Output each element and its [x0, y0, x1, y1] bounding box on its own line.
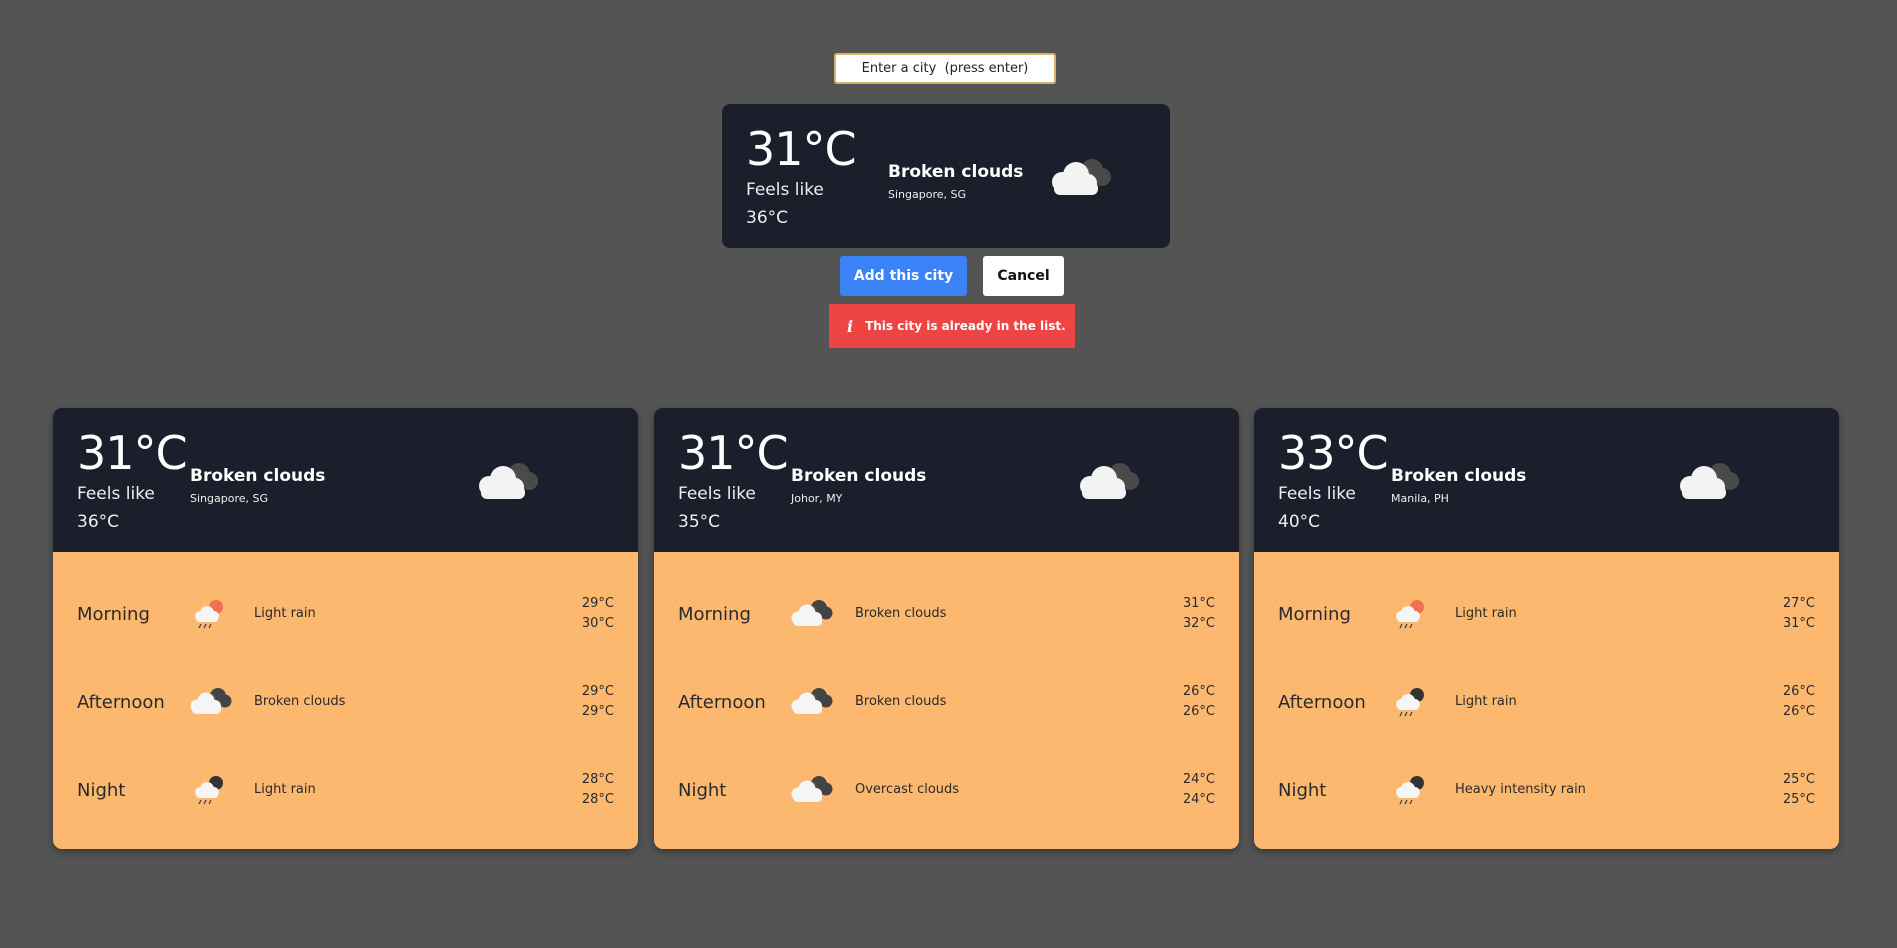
- city-forecast: Morning Light rain 29°C 30°C Afternoon Broken…: [53, 552, 638, 849]
- city-card-header: 31°C Feels like 36°C Broken clouds Singapore…: [53, 408, 638, 552]
- forecast-temp-low: 29°C: [581, 704, 614, 719]
- duplicate-city-alert: i This city is already in the list.: [829, 304, 1075, 348]
- forecast-row-morning: Morning Light rain 29°C 30°C: [53, 596, 638, 636]
- city-location: Manila, PH: [1391, 492, 1449, 505]
- city-description: Broken clouds: [791, 466, 927, 486]
- city-card: 33°C Feels like 40°C Broken clouds Manila, P…: [1254, 408, 1839, 849]
- city-feels-like-value: 40°C: [1278, 512, 1321, 532]
- forecast-condition: Heavy intensity rain: [1455, 782, 1586, 797]
- cloud-icon: [1052, 159, 1111, 195]
- forecast-temp-high: 27°C: [1782, 596, 1815, 611]
- city-card: 31°C Feels like 35°C Broken clouds Johor, MY…: [654, 408, 1239, 849]
- cloud-icon: [791, 600, 833, 626]
- forecast-row-afternoon: Afternoon Broken clouds 29°C 29°C: [53, 684, 638, 724]
- forecast-condition: Broken clouds: [855, 606, 947, 621]
- sun-rain-icon: [1396, 600, 1424, 629]
- preview-temperature: 31°C: [746, 122, 857, 176]
- forecast-temp-low: 28°C: [581, 792, 614, 807]
- preview-location: Singapore, SG: [888, 188, 966, 201]
- forecast-period: Night: [77, 780, 126, 801]
- forecast-temp-high: 31°C: [1182, 596, 1215, 611]
- forecast-temp-low: 30°C: [581, 616, 614, 631]
- forecast-temp-low: 24°C: [1182, 792, 1215, 807]
- info-icon: i: [847, 316, 854, 336]
- preview-feels-like-label: Feels like: [746, 180, 824, 200]
- city-search-input[interactable]: [834, 53, 1056, 84]
- preview-weather-card: 31°C Feels like 36°C Broken clouds Singa…: [722, 104, 1170, 248]
- forecast-condition: Broken clouds: [254, 694, 346, 709]
- add-city-button[interactable]: Add this city: [840, 256, 967, 296]
- city-location: Singapore, SG: [190, 492, 268, 505]
- city-feels-like-value: 36°C: [77, 512, 120, 532]
- forecast-condition: Overcast clouds: [855, 782, 960, 797]
- forecast-temp-high: 28°C: [581, 772, 614, 787]
- city-card: 31°C Feels like 36°C Broken clouds Singapore…: [53, 408, 638, 849]
- alert-message: This city is already in the list.: [865, 319, 1066, 333]
- cloud-icon: [1080, 463, 1139, 499]
- forecast-condition: Broken clouds: [855, 694, 947, 709]
- moon-rain-icon: [195, 776, 223, 805]
- city-description: Broken clouds: [190, 466, 326, 486]
- moon-rain-icon: [1396, 688, 1424, 717]
- forecast-temp-low: 32°C: [1182, 616, 1215, 631]
- forecast-period: Night: [1278, 780, 1327, 801]
- forecast-row-morning: Morning Broken clouds 31°C 32°C: [654, 596, 1239, 636]
- city-location: Johor, MY: [791, 492, 843, 505]
- preview-feels-like-value: 36°C: [746, 208, 789, 228]
- city-feels-like-label: Feels like: [1278, 484, 1356, 504]
- cloud-icon: [1680, 463, 1739, 499]
- forecast-row-morning: Morning Light rain 27°C 31°C: [1254, 596, 1839, 636]
- forecast-period: Morning: [77, 604, 150, 625]
- forecast-row-night: Night Heavy intensity rain 25°C 25°C: [1254, 772, 1839, 812]
- forecast-temp-low: 26°C: [1782, 704, 1815, 719]
- city-temperature: 33°C: [1278, 426, 1389, 480]
- forecast-temp-high: 25°C: [1782, 772, 1815, 787]
- forecast-period: Afternoon: [678, 692, 766, 713]
- cloud-icon: [479, 463, 538, 499]
- forecast-row-night: Night Light rain 28°C 28°C: [53, 772, 638, 812]
- forecast-period: Afternoon: [1278, 692, 1366, 713]
- forecast-temp-high: 26°C: [1782, 684, 1815, 699]
- moon-rain-icon: [1396, 776, 1424, 805]
- forecast-row-afternoon: Afternoon Light rain 26°C 26°C: [1254, 684, 1839, 724]
- cloud-icon: [791, 688, 833, 714]
- forecast-period: Morning: [1278, 604, 1351, 625]
- cloud-icon: [190, 688, 232, 714]
- city-card-header: 33°C Feels like 40°C Broken clouds Manila, P…: [1254, 408, 1839, 552]
- forecast-condition: Light rain: [1455, 694, 1517, 709]
- forecast-temp-low: 31°C: [1782, 616, 1815, 631]
- city-temperature: 31°C: [77, 426, 188, 480]
- forecast-temp-high: 29°C: [581, 596, 614, 611]
- forecast-temp-low: 26°C: [1182, 704, 1215, 719]
- forecast-condition: Light rain: [254, 782, 316, 797]
- forecast-period: Afternoon: [77, 692, 165, 713]
- forecast-row-afternoon: Afternoon Broken clouds 26°C 26°C: [654, 684, 1239, 724]
- forecast-row-night: Night Overcast clouds 24°C 24°C: [654, 772, 1239, 812]
- forecast-temp-high: 29°C: [581, 684, 614, 699]
- city-feels-like-value: 35°C: [678, 512, 721, 532]
- forecast-condition: Light rain: [1455, 606, 1517, 621]
- sun-rain-icon: [195, 600, 223, 629]
- forecast-temp-high: 24°C: [1182, 772, 1215, 787]
- forecast-period: Night: [678, 780, 727, 801]
- city-feels-like-label: Feels like: [678, 484, 756, 504]
- cloud-icon: [791, 776, 833, 802]
- forecast-condition: Light rain: [254, 606, 316, 621]
- city-card-header: 31°C Feels like 35°C Broken clouds Johor, MY: [654, 408, 1239, 552]
- city-temperature: 31°C: [678, 426, 789, 480]
- preview-description: Broken clouds: [888, 162, 1024, 182]
- forecast-period: Morning: [678, 604, 751, 625]
- city-forecast: Morning Broken clouds 31°C 32°C Afternoon Bro…: [654, 552, 1239, 849]
- city-description: Broken clouds: [1391, 466, 1527, 486]
- forecast-temp-low: 25°C: [1782, 792, 1815, 807]
- forecast-temp-high: 26°C: [1182, 684, 1215, 699]
- cancel-button[interactable]: Cancel: [983, 256, 1064, 296]
- city-forecast: Morning Light rain 27°C 31°C Afternoon Light …: [1254, 552, 1839, 849]
- city-feels-like-label: Feels like: [77, 484, 155, 504]
